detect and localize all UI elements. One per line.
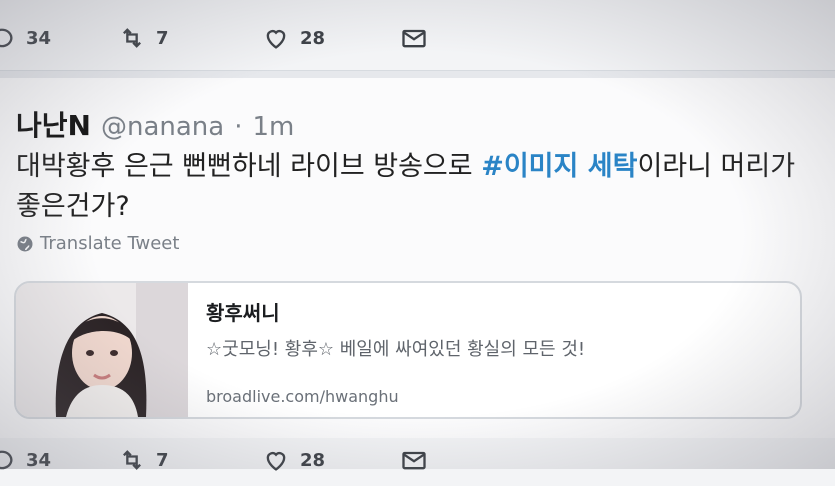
like-icon <box>266 452 286 471</box>
card-url: broadlive.com/hwanghu <box>206 387 399 406</box>
like-icon <box>266 30 286 49</box>
tweet-text: 대박황후 은근 뻔뻔하네 라이브 방송으로 #이미지 세탁이라니 머리가 좋은건… <box>16 147 816 227</box>
retweet-action[interactable]: 7 <box>118 24 169 52</box>
reply-count: 34 <box>26 449 52 471</box>
dm-icon <box>402 451 426 470</box>
reply-icon <box>0 450 13 470</box>
card-thumbnail <box>16 283 188 417</box>
display-name[interactable]: 나난N <box>16 104 91 144</box>
retweet-count: 7 <box>156 449 169 471</box>
translate-tweet-link[interactable]: Translate Tweet <box>16 233 179 254</box>
card-title: 황후써니 <box>206 301 280 325</box>
like-count: 28 <box>300 449 326 471</box>
portrait-image <box>16 283 188 417</box>
separator-dot: · <box>234 112 243 142</box>
reply-icon <box>0 28 13 48</box>
translate-label: Translate Tweet <box>40 233 180 254</box>
retweet-icon <box>123 28 141 48</box>
globe-icon <box>17 236 33 251</box>
tweet-timestamp[interactable]: 1m <box>252 112 294 142</box>
tweet-header: 나난N @nanana · 1m <box>16 104 294 144</box>
top-action-bar: 34 7 28 <box>0 24 835 64</box>
reply-action[interactable]: 34 <box>0 24 51 52</box>
like-count: 28 <box>300 27 326 49</box>
bottom-action-bar: 34 7 28 <box>0 446 835 486</box>
dm-action[interactable] <box>400 24 428 52</box>
tweet-text-part-1: 대박황후 은근 뻔뻔하네 라이브 방송으로 <box>16 151 482 182</box>
hashtag-link[interactable]: #이미지 세탁 <box>481 151 637 182</box>
card-description: ☆굿모닝! 황후☆ 베일에 싸여있던 황실의 모든 것! <box>206 339 586 360</box>
like-action[interactable]: 28 <box>262 24 325 52</box>
dm-action[interactable] <box>400 446 428 474</box>
link-preview-card[interactable]: 황후써니 ☆굿모닝! 황후☆ 베일에 싸여있던 황실의 모든 것! broadl… <box>14 281 802 419</box>
reply-count: 34 <box>26 27 52 49</box>
dm-icon <box>402 29 426 48</box>
card-text: 황후써니 ☆굿모닝! 황후☆ 베일에 싸여있던 황실의 모든 것! broadl… <box>206 283 786 417</box>
user-handle[interactable]: @nanana <box>101 112 224 142</box>
like-action[interactable]: 28 <box>262 446 325 474</box>
reply-action[interactable]: 34 <box>0 446 51 474</box>
retweet-count: 7 <box>156 27 169 49</box>
retweet-action[interactable]: 7 <box>118 446 169 474</box>
retweet-icon <box>123 450 141 470</box>
